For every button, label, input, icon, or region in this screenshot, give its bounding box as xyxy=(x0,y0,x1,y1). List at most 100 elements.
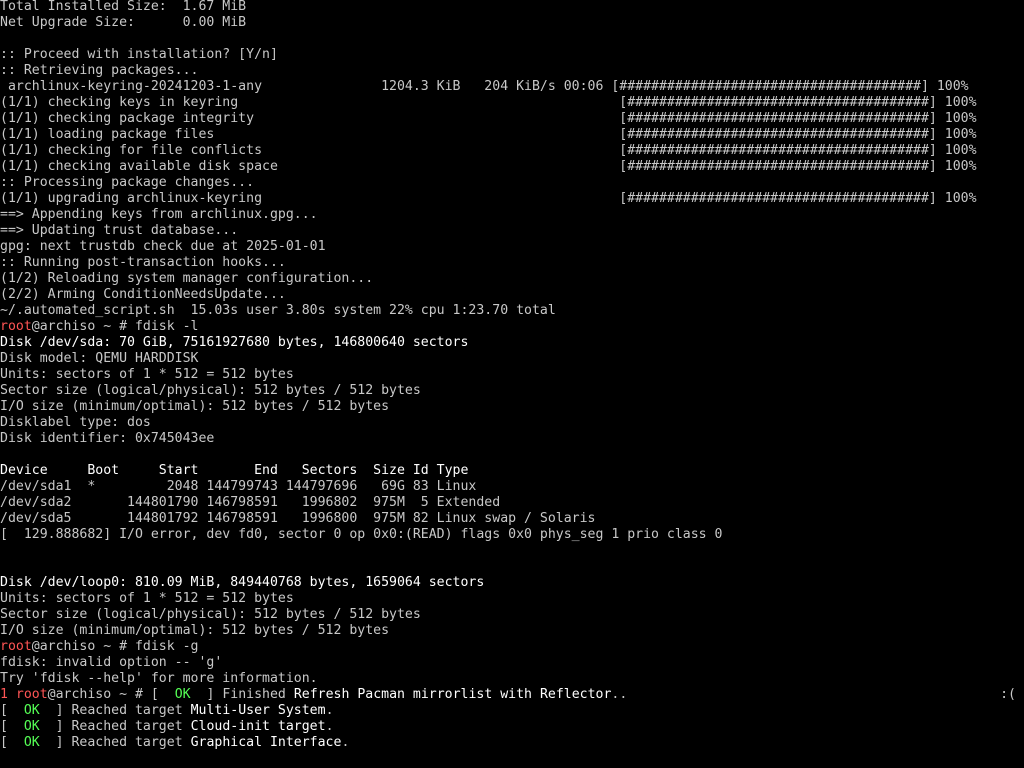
terminal-text: ] Reached target xyxy=(39,735,191,750)
terminal-line: Disk /dev/sda: 70 GiB, 75161927680 bytes… xyxy=(0,335,1024,351)
terminal-text: Total Installed Size: 1.67 MiB xyxy=(0,0,247,14)
terminal-text: /dev/sda2 144801790 146798591 1996802 97… xyxy=(0,495,501,510)
highlighted-text: Disk /dev/sda: 70 GiB, 75161927680 bytes… xyxy=(0,335,469,350)
terminal-line: [ 129.888682] I/O error, dev fd0, sector… xyxy=(0,527,1024,543)
terminal-text: ==> Appending keys from archlinux.gpg... xyxy=(0,207,318,222)
terminal-line: :: Processing package changes... xyxy=(0,175,1024,191)
terminal-line: root@archiso ~ # fdisk -g xyxy=(0,639,1024,655)
terminal-text: . xyxy=(341,735,350,750)
highlighted-text: Device Boot Start End Sectors Size Id Ty… xyxy=(0,463,469,478)
terminal-text: :: Processing package changes... xyxy=(0,175,255,190)
terminal-text: :: Running post-transaction hooks... xyxy=(0,255,286,270)
terminal-text: @archiso ~ # [ xyxy=(47,687,175,702)
prompt-user: 1 xyxy=(0,687,16,702)
terminal-line: (1/2) Reloading system manager configura… xyxy=(0,271,1024,287)
terminal-text: (1/1) loading package files [###########… xyxy=(0,127,977,142)
terminal-line: Disklabel type: dos xyxy=(0,415,1024,431)
highlighted-text: Cloud-init target xyxy=(190,719,326,734)
terminal-text: [ 129.888682] I/O error, dev fd0, sector… xyxy=(0,527,723,542)
terminal-line: Try 'fdisk --help' for more information. xyxy=(0,671,1024,687)
terminal-line: Disk model: QEMU HARDDISK xyxy=(0,351,1024,367)
terminal-text: Disk identifier: 0x745043ee xyxy=(0,431,215,446)
terminal-trailing-text: :( xyxy=(1000,687,1016,702)
terminal-text: Units: sectors of 1 * 512 = 512 bytes xyxy=(0,367,294,382)
terminal-text: [ xyxy=(0,703,24,718)
terminal-text: [ xyxy=(0,719,24,734)
terminal-line: archlinux-keyring-20241203-1-any 1204.3 … xyxy=(0,79,1024,95)
status-ok-label: OK xyxy=(23,735,40,750)
terminal-line: gpg: next trustdb check due at 2025-01-0… xyxy=(0,239,1024,255)
terminal-text: /dev/sda1 * 2048 144799743 144797696 69G… xyxy=(0,479,477,494)
prompt-user: root xyxy=(0,639,32,654)
highlighted-text: Refresh Pacman mirrorlist with Reflector xyxy=(293,687,612,702)
highlighted-text: Graphical Interface xyxy=(190,735,342,750)
terminal-text: I/O size (minimum/optimal): 512 bytes / … xyxy=(0,623,390,638)
terminal-text: . xyxy=(325,703,334,718)
status-ok-label: OK xyxy=(174,687,191,702)
terminal-text: (2/2) Arming ConditionNeedsUpdate... xyxy=(0,287,286,302)
terminal-text: :: Retrieving packages... xyxy=(0,63,199,78)
terminal-line: 1 root@archiso ~ # [ OK ] Finished Refre… xyxy=(0,687,1024,703)
terminal-text: (1/1) checking available disk space [###… xyxy=(0,159,977,174)
terminal-line: I/O size (minimum/optimal): 512 bytes / … xyxy=(0,399,1024,415)
terminal-text: @archiso ~ # fdisk -g xyxy=(31,639,199,654)
terminal-line: Sector size (logical/physical): 512 byte… xyxy=(0,383,1024,399)
terminal-text: (1/1) checking for file conflicts [#####… xyxy=(0,143,977,158)
terminal-text: ~/.automated_script.sh 15.03s user 3.80s… xyxy=(0,303,556,318)
terminal-text: (1/1) checking keys in keyring [########… xyxy=(0,95,977,110)
terminal-text: fdisk: invalid option -- 'g' xyxy=(0,655,223,670)
highlighted-text: Multi-User System xyxy=(190,703,326,718)
terminal-line: (1/1) loading package files [###########… xyxy=(0,127,1024,143)
terminal-line: :: Retrieving packages... xyxy=(0,63,1024,79)
terminal-line: fdisk: invalid option -- 'g' xyxy=(0,655,1024,671)
terminal-line: (1/1) checking available disk space [###… xyxy=(0,159,1024,175)
terminal-text: (1/2) Reloading system manager configura… xyxy=(0,271,374,286)
terminal-line: (1/1) checking keys in keyring [########… xyxy=(0,95,1024,111)
terminal-text: ] Finished xyxy=(190,687,294,702)
terminal-line: :: Proceed with installation? [Y/n] xyxy=(0,47,1024,63)
terminal-text: @archiso ~ # fdisk -l xyxy=(31,319,199,334)
terminal-text: ] Reached target xyxy=(39,719,191,734)
terminal-text: .. xyxy=(611,687,628,702)
terminal-text: Units: sectors of 1 * 512 = 512 bytes xyxy=(0,591,294,606)
terminal-line: Disk /dev/loop0: 810.09 MiB, 849440768 b… xyxy=(0,575,1024,591)
terminal-text: Disklabel type: dos xyxy=(0,415,151,430)
terminal-line: /dev/sda2 144801790 146798591 1996802 97… xyxy=(0,495,1024,511)
terminal-line: ==> Updating trust database... xyxy=(0,223,1024,239)
terminal-text: ==> Updating trust database... xyxy=(0,223,239,238)
terminal-line: [ OK ] Reached target Multi-User System. xyxy=(0,703,1024,719)
terminal-text: Net Upgrade Size: 0.00 MiB xyxy=(0,15,247,30)
terminal-text: . xyxy=(325,719,334,734)
terminal-text: (1/1) upgrading archlinux-keyring [#####… xyxy=(0,191,977,206)
terminal-text: Sector size (logical/physical): 512 byte… xyxy=(0,607,421,622)
terminal-line: Units: sectors of 1 * 512 = 512 bytes xyxy=(0,367,1024,383)
terminal-line: I/O size (minimum/optimal): 512 bytes / … xyxy=(0,623,1024,639)
terminal-text: gpg: next trustdb check due at 2025-01-0… xyxy=(0,239,326,254)
terminal-line: root@archiso ~ # fdisk -l xyxy=(0,319,1024,335)
terminal-text: Disk model: QEMU HARDDISK xyxy=(0,351,199,366)
terminal-text: ] Reached target xyxy=(39,703,191,718)
prompt-user: root xyxy=(15,687,48,702)
terminal-line: (2/2) Arming ConditionNeedsUpdate... xyxy=(0,287,1024,303)
terminal-line: (1/1) upgrading archlinux-keyring [#####… xyxy=(0,191,1024,207)
prompt-user: root xyxy=(0,319,32,334)
terminal-line: (1/1) checking package integrity [######… xyxy=(0,111,1024,127)
terminal-line: ~/.automated_script.sh 15.03s user 3.80s… xyxy=(0,303,1024,319)
terminal-line: ==> Appending keys from archlinux.gpg... xyxy=(0,207,1024,223)
terminal-line: Device Boot Start End Sectors Size Id Ty… xyxy=(0,463,1024,479)
terminal-line: Units: sectors of 1 * 512 = 512 bytes xyxy=(0,591,1024,607)
highlighted-text: Disk /dev/loop0: 810.09 MiB, 849440768 b… xyxy=(0,575,485,590)
terminal-line: /dev/sda1 * 2048 144799743 144797696 69G… xyxy=(0,479,1024,495)
terminal-text: (1/1) checking package integrity [######… xyxy=(0,111,977,126)
status-ok-label: OK xyxy=(23,719,40,734)
terminal-screen[interactable]: Total Installed Size: 1.67 MiB Net Upgrad… xyxy=(0,0,1024,768)
terminal-text: Sector size (logical/physical): 512 byte… xyxy=(0,383,421,398)
status-ok-label: OK xyxy=(23,703,40,718)
terminal-line: Disk identifier: 0x745043ee xyxy=(0,431,1024,447)
terminal-text: archlinux-keyring-20241203-1-any 1204.3 … xyxy=(0,79,969,94)
terminal-line: Net Upgrade Size: 0.00 MiB xyxy=(0,15,1024,31)
terminal-text: :: Proceed with installation? [Y/n] xyxy=(0,47,278,62)
